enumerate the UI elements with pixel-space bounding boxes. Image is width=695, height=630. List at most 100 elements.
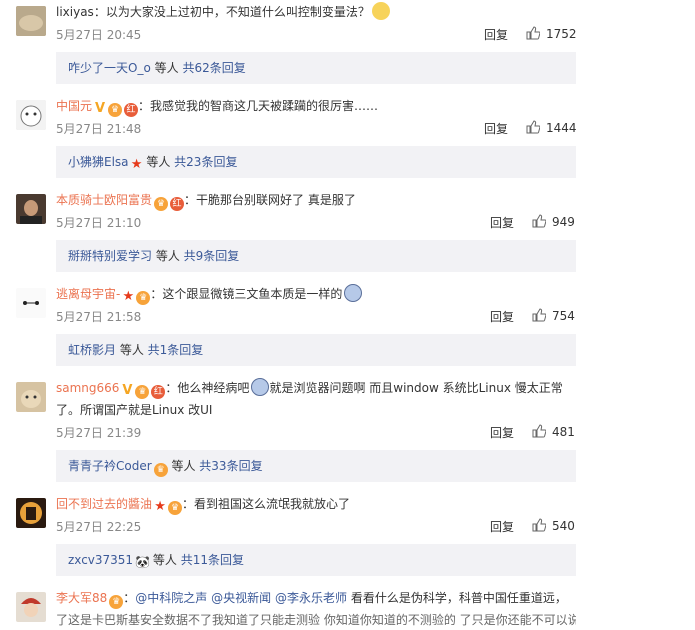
reply-button[interactable]: 回复 — [490, 308, 514, 325]
comment-text: ：这个跟显微镜三文鱼本质是一样的 — [150, 287, 343, 301]
like-button[interactable]: 1752 — [526, 26, 586, 41]
like-count: 1444 — [546, 121, 577, 135]
reply-button[interactable]: 回复 — [484, 120, 508, 137]
like-button[interactable]: 1444 — [526, 120, 586, 135]
avatar-image-icon — [16, 100, 46, 130]
avatar-image-icon — [16, 194, 46, 224]
sub-reply-count[interactable]: 共23条回复 — [174, 155, 237, 169]
sub-replies-bar[interactable]: 小狒狒Elsa ★ 等人 共23条回复 — [56, 146, 576, 178]
like-button[interactable]: 949 — [532, 214, 592, 229]
sub-reply-user[interactable]: 掰掰特别爱学习 — [68, 249, 152, 263]
reply-button[interactable]: 回复 — [484, 26, 508, 43]
sub-reply-user[interactable]: 小狒狒Elsa — [68, 155, 129, 169]
thumbs-up-icon — [526, 120, 540, 134]
emoji-icon — [344, 284, 363, 302]
comment-time: 5月27日 21:48 — [56, 122, 142, 136]
comment-line: 本质骑士欧阳富贵 ♛ 红：干脆那台别联网好了 真是服了 — [56, 190, 576, 211]
member-badge-icon: ♛ — [136, 291, 151, 305]
star-icon: ★ — [154, 499, 166, 514]
sub-reply-mid: 等人 — [167, 459, 200, 473]
like-count: 949 — [552, 215, 575, 229]
sub-reply-user[interactable]: 青青子衿Coder — [68, 459, 152, 473]
comment-username[interactable]: 中国元 — [56, 99, 92, 113]
verified-icon: V — [122, 383, 133, 398]
mention-link[interactable]: @央视新闻 — [211, 591, 271, 605]
avatar[interactable] — [16, 100, 46, 130]
star-icon: ★ — [130, 157, 143, 172]
sub-reply-mid: 等人 — [149, 553, 181, 567]
mention-link[interactable]: @李永乐老师 — [275, 591, 347, 605]
member-badge-icon: ♛ — [109, 595, 124, 609]
thumbs-up-icon — [532, 214, 546, 228]
comment-line: samng666 V ♛ 红：他么神经病吧 就是浏览器问题啊 而且window 系统比L… — [56, 378, 576, 399]
comment-text: 看看什么是伪科学，科普中国任重道远， — [347, 591, 567, 605]
avatar[interactable] — [16, 6, 46, 36]
like-button[interactable]: 754 — [532, 308, 592, 323]
sub-reply-mid: 等人 — [150, 61, 183, 75]
comment-username[interactable]: 逃离母宇宙- — [56, 287, 120, 301]
mention-link[interactable]: @中科院之声 — [135, 591, 207, 605]
comment-text: ：干脆那台别联网好了 真是服了 — [184, 193, 356, 207]
sub-reply-count[interactable]: 共9条回复 — [184, 249, 240, 263]
level-badge-icon: 红 — [151, 385, 166, 399]
level-badge-icon: 红 — [170, 197, 185, 211]
sub-reply-user[interactable]: 虹桥影月 — [68, 343, 116, 357]
member-badge-icon: ♛ — [108, 103, 123, 117]
member-badge-icon: ♛ — [168, 501, 183, 515]
comment-text-part3: 了。所谓国产就是Linux 改UI — [56, 403, 213, 417]
member-badge-icon: ♛ — [154, 197, 169, 211]
thumbs-up-icon — [526, 26, 540, 40]
sub-replies-bar[interactable]: zxcv37351 🐼 等人 共11条回复 — [56, 544, 576, 576]
avatar[interactable] — [16, 288, 46, 318]
like-count: 540 — [552, 519, 575, 533]
member-badge-icon: ♛ — [135, 385, 150, 399]
avatar-image-icon — [16, 498, 46, 528]
verified-icon: V — [94, 101, 106, 116]
comment-text-part1: ：他么神经病吧 — [165, 381, 250, 395]
sub-replies-bar[interactable]: 咋少了一天O_o 等人 共62条回复 — [56, 52, 576, 84]
comment-username[interactable]: 本质骑士欧阳富贵 — [56, 193, 152, 207]
avatar-image-icon — [16, 288, 46, 318]
sub-reply-user[interactable]: zxcv37351 — [68, 553, 133, 567]
comment-username[interactable]: 回不到过去的醬油 — [56, 497, 152, 511]
avatar[interactable] — [16, 498, 46, 528]
reply-button[interactable]: 回复 — [490, 214, 514, 231]
like-button[interactable]: 481 — [532, 424, 592, 439]
star-icon: ★ — [122, 289, 135, 304]
comment-text: 了这是卡巴斯基安全数据不了我知道了只能走测验 你知道你知道的不测验的 了只是你还… — [56, 613, 576, 627]
sub-reply-count[interactable]: 共62条回复 — [182, 61, 245, 75]
emoji-icon — [251, 378, 270, 396]
comment-time: 5月27日 21:10 — [56, 216, 142, 230]
comment-username[interactable]: samng666 — [56, 381, 119, 395]
sub-reply-mid: 等人 — [116, 343, 148, 357]
reply-button[interactable]: 回复 — [490, 518, 514, 535]
sub-reply-count[interactable]: 共33条回复 — [199, 459, 262, 473]
comment-line: 中国元 V ♛ 红：我感觉我的智商这几天被蹂躏的很厉害…… — [56, 96, 576, 117]
sub-replies-bar[interactable]: 虹桥影月 等人 共1条回复 — [56, 334, 576, 366]
comment-text: ：看到祖国这么流氓我就放心了 — [182, 497, 351, 511]
like-count: 1752 — [546, 27, 577, 41]
comment-line: 了。所谓国产就是Linux 改UI — [56, 400, 576, 420]
sub-reply-count[interactable]: 共11条回复 — [181, 553, 244, 567]
sub-replies-bar[interactable]: 青青子衿Coder ♛ 等人 共33条回复 — [56, 450, 576, 482]
like-count: 754 — [552, 309, 575, 323]
sub-replies-bar[interactable]: 掰掰特别爱学习 等人 共9条回复 — [56, 240, 576, 272]
sub-reply-user[interactable]: 咋少了一天O_o — [68, 61, 151, 75]
sub-reply-mid: 等人 — [152, 249, 184, 263]
comment-line: 逃离母宇宙- ★ ♛ ：这个跟显微镜三文鱼本质是一样的 — [56, 284, 576, 305]
comment-time: 5月27日 21:58 — [56, 310, 142, 324]
comment-time: 5月27日 20:45 — [56, 28, 142, 42]
like-count: 481 — [552, 425, 575, 439]
like-button[interactable]: 540 — [532, 518, 592, 533]
comment-time: 5月27日 21:39 — [56, 426, 142, 440]
comment-username[interactable]: lixiyas — [56, 5, 94, 19]
panda-icon: 🐼 — [135, 555, 151, 569]
avatar-image-icon — [16, 382, 46, 412]
sub-reply-count[interactable]: 共1条回复 — [148, 343, 204, 357]
comment-line: 回不到过去的醬油 ★ ♛ ：看到祖国这么流氓我就放心了 — [56, 494, 576, 515]
member-badge-icon: ♛ — [153, 463, 168, 477]
avatar[interactable] — [16, 194, 46, 224]
avatar[interactable] — [16, 382, 46, 412]
comment-username[interactable]: 李大军88 — [56, 591, 107, 605]
reply-button[interactable]: 回复 — [490, 424, 514, 441]
